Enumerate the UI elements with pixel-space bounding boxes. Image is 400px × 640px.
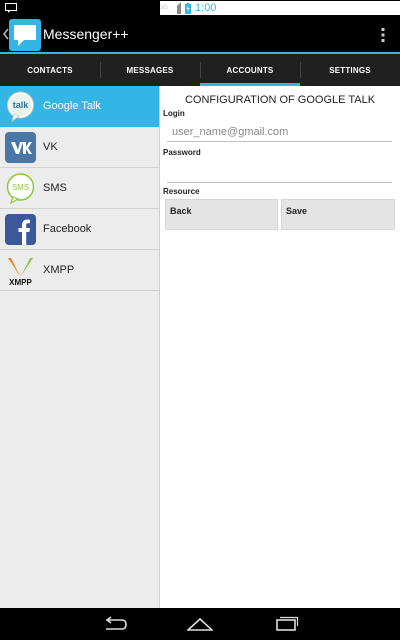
facebook-icon bbox=[5, 214, 36, 245]
account-item-xmpp[interactable]: XMPP XMPP bbox=[0, 250, 159, 291]
tab-messages[interactable]: MESSAGES bbox=[100, 54, 200, 86]
account-label: XMPP bbox=[43, 264, 75, 276]
account-label: SMS bbox=[43, 182, 67, 194]
recent-apps-nav-icon[interactable] bbox=[273, 616, 299, 632]
account-label: VK bbox=[43, 141, 58, 153]
google-talk-logo-text: talk bbox=[13, 100, 30, 110]
accounts-list: talk Google Talk VK SMS SMS Facebook XMP… bbox=[0, 86, 160, 608]
tab-bar: CONTACTS MESSAGES ACCOUNTS SETTINGS bbox=[0, 54, 400, 86]
home-nav-icon[interactable] bbox=[187, 616, 213, 632]
vk-icon bbox=[5, 132, 36, 163]
xmpp-logo-text: XMPP bbox=[9, 278, 32, 287]
back-button-label: Back bbox=[170, 206, 192, 216]
account-item-google-talk[interactable]: talk Google Talk bbox=[0, 86, 159, 127]
account-item-vk[interactable]: VK bbox=[0, 127, 159, 168]
tab-contacts[interactable]: CONTACTS bbox=[0, 54, 100, 86]
login-placeholder: user_name@gmail.com bbox=[172, 126, 289, 138]
save-button[interactable]: Save bbox=[281, 199, 395, 230]
tab-accounts[interactable]: ACCOUNTS bbox=[200, 54, 300, 86]
account-label: Facebook bbox=[43, 223, 92, 235]
back-button[interactable]: Back bbox=[165, 199, 278, 230]
system-navigation-bar bbox=[0, 608, 400, 640]
password-input[interactable] bbox=[167, 164, 392, 183]
password-label: Password bbox=[163, 148, 201, 157]
resource-label: Resource bbox=[163, 187, 200, 196]
clock: 1:00 bbox=[195, 2, 217, 14]
sms-logo-text: SMS bbox=[12, 183, 29, 192]
app-logo-icon[interactable] bbox=[9, 19, 41, 51]
overflow-menu-icon[interactable] bbox=[380, 26, 386, 44]
login-input[interactable]: user_name@gmail.com bbox=[167, 123, 392, 142]
xmpp-icon: XMPP bbox=[8, 258, 33, 287]
login-label: Login bbox=[163, 109, 185, 118]
status-bar: 3G 1:00 bbox=[0, 0, 400, 16]
app-title: Messenger++ bbox=[43, 26, 129, 42]
notification-chat-icon bbox=[5, 3, 17, 13]
tab-settings[interactable]: SETTINGS bbox=[300, 54, 400, 86]
save-button-label: Save bbox=[286, 206, 308, 216]
back-nav-icon[interactable] bbox=[102, 616, 128, 632]
account-item-facebook[interactable]: Facebook bbox=[0, 209, 159, 250]
configuration-title: CONFIGURATION OF GOOGLE TALK bbox=[184, 94, 376, 106]
battery-icon bbox=[185, 2, 192, 14]
google-talk-icon: talk bbox=[7, 91, 34, 122]
account-item-sms[interactable]: SMS SMS bbox=[0, 168, 159, 209]
signal-icon bbox=[169, 2, 182, 14]
action-bar: Messenger++ bbox=[0, 16, 400, 54]
account-label: Google Talk bbox=[43, 100, 101, 112]
network-type: 3G bbox=[160, 5, 169, 11]
configuration-panel: CONFIGURATION OF GOOGLE TALK Login user_… bbox=[160, 86, 400, 608]
sms-icon: SMS bbox=[6, 173, 35, 205]
